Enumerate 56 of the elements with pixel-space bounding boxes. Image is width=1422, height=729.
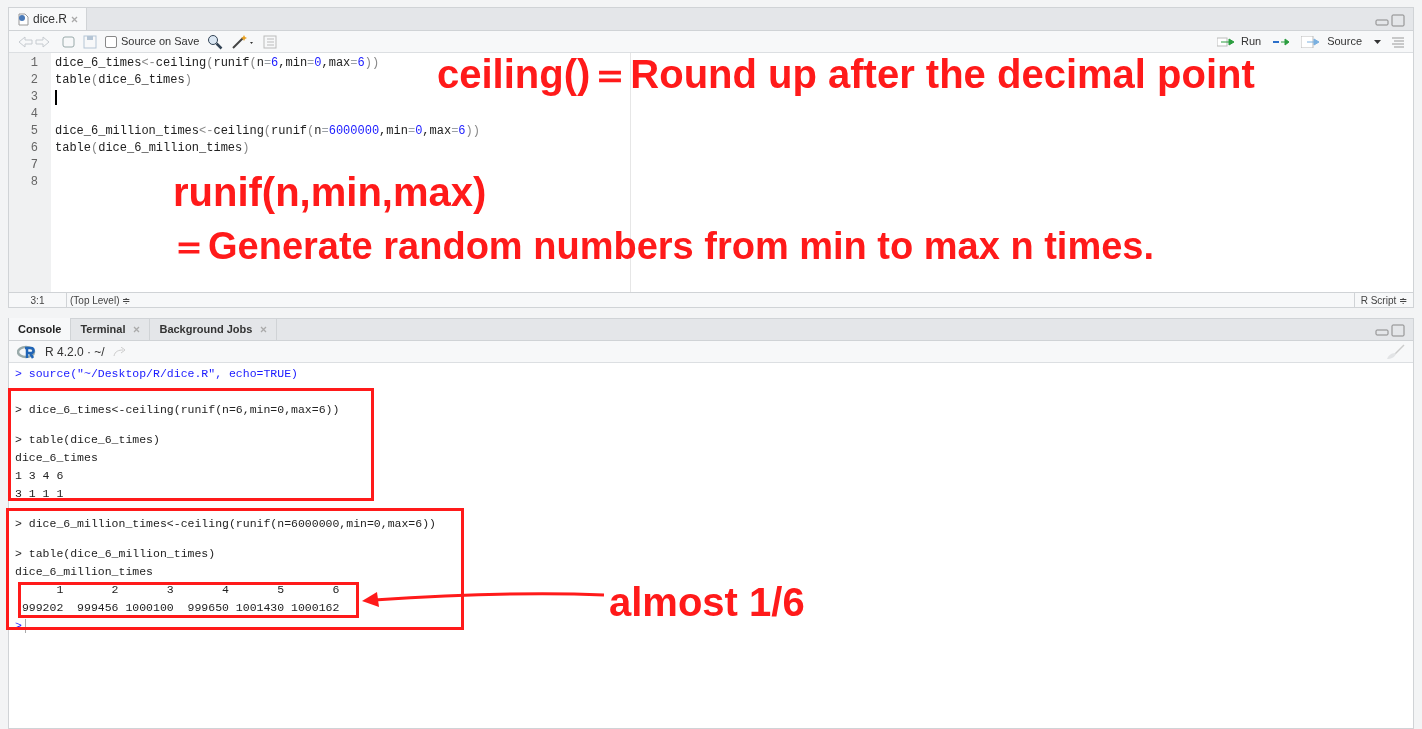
r-logo-icon bbox=[17, 344, 37, 359]
console-output: 999202 999456 1000100 999650 1001430 1000162 bbox=[20, 600, 341, 616]
console-output: dice_6_million_times bbox=[15, 564, 154, 580]
console-command: > table(dice_6_times) bbox=[15, 432, 160, 448]
code-line: dice_6_million_times<-ceiling(runif(n=6000000,min=0,max=6)) bbox=[55, 123, 480, 140]
wand-icon[interactable] bbox=[231, 33, 256, 50]
line-number: 2 bbox=[30, 72, 38, 89]
broom-icon[interactable] bbox=[1385, 343, 1405, 360]
source-button[interactable]: Source bbox=[1301, 33, 1381, 50]
line-number: 8 bbox=[30, 174, 38, 191]
file-tab[interactable]: dice.R bbox=[9, 8, 87, 30]
r-version-label: R 4.2.0 · ~/ bbox=[45, 343, 105, 361]
annotation-text: almost 1/6 bbox=[609, 582, 805, 622]
text-cursor bbox=[24, 619, 26, 633]
cursor-position: 3:1 bbox=[9, 292, 67, 308]
search-icon[interactable] bbox=[207, 33, 224, 50]
save-icon[interactable] bbox=[83, 34, 97, 49]
console-output: 3 1 1 1 bbox=[15, 486, 65, 502]
outline-icon[interactable] bbox=[263, 34, 278, 49]
line-number: 1 bbox=[30, 55, 38, 72]
back-forward-icon[interactable] bbox=[17, 35, 51, 48]
run-icon bbox=[1216, 36, 1237, 47]
console-command: > dice_6_million_times<-ceiling(runif(n=6000000,min=0,max=6)) bbox=[15, 516, 436, 532]
run-button[interactable]: Run bbox=[1216, 33, 1262, 50]
maximize-icon[interactable] bbox=[1391, 324, 1405, 337]
file-type-selector[interactable]: R Script ≑ bbox=[1353, 292, 1413, 308]
console-output: dice_6_times bbox=[15, 450, 98, 466]
rerun-icon[interactable] bbox=[1271, 35, 1292, 48]
close-icon[interactable] bbox=[71, 15, 78, 23]
share-arrow-icon[interactable] bbox=[112, 346, 127, 357]
scope-selector[interactable]: (Top Level) ≑ bbox=[67, 292, 1354, 308]
console-command: > dice_6_times<-ceiling(runif(n=6,min=0,max=6)) bbox=[15, 402, 340, 418]
line-number: 7 bbox=[30, 157, 38, 174]
console-command: > table(dice_6_million_times) bbox=[15, 546, 216, 562]
close-icon[interactable] bbox=[133, 326, 141, 333]
console-command: > source("~/Desktop/R/dice.R", echo=TRUE) bbox=[15, 366, 298, 382]
console-output: 1 2 3 4 5 6 bbox=[55, 582, 341, 598]
line-number: 5 bbox=[30, 123, 38, 140]
maximize-icon[interactable] bbox=[1391, 14, 1405, 27]
line-number: 4 bbox=[30, 106, 38, 123]
window-icon[interactable] bbox=[59, 34, 75, 49]
annotation-text: ceiling()＝Round up after the decimal point bbox=[437, 54, 1255, 94]
annotation-text: runif(n,min,max) bbox=[173, 172, 487, 212]
code-line: table(dice_6_million_times) bbox=[55, 140, 250, 157]
close-icon[interactable] bbox=[260, 326, 268, 333]
console-tab[interactable]: Console bbox=[9, 318, 72, 340]
code-line: dice_6_times<-ceiling(runif(n=6,min=0,max=6)) bbox=[55, 55, 380, 72]
line-number: 6 bbox=[30, 140, 38, 157]
r-file-icon bbox=[17, 12, 29, 26]
annotation-text: ＝Generate random numbers from min to max n times. bbox=[170, 227, 1154, 265]
code-line: table(dice_6_times) bbox=[55, 72, 192, 89]
dropdown-caret-icon bbox=[1374, 39, 1381, 44]
source-on-save-checkbox[interactable]: Source on Save bbox=[105, 33, 200, 50]
align-icon[interactable] bbox=[1391, 35, 1405, 48]
console-output: 1 3 4 6 bbox=[15, 468, 65, 484]
line-number: 3 bbox=[30, 89, 38, 106]
